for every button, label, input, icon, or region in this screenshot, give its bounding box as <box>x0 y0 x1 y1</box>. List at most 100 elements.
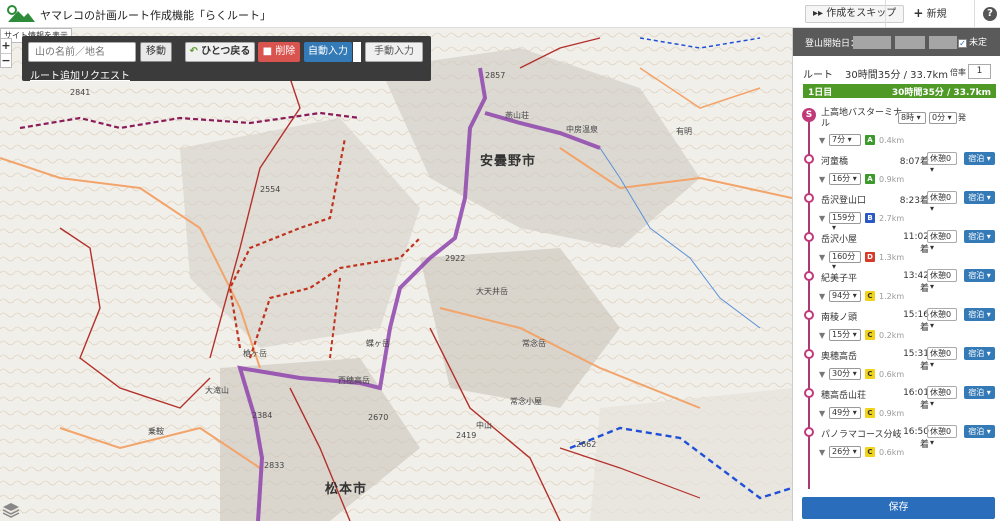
day-header: 1日目 30時間35分 / 33.7km <box>803 84 996 98</box>
zoom-control: + − <box>0 38 12 68</box>
segment-arrow-icon: ▼ <box>819 175 826 184</box>
delete-button[interactable]: ■ 削除 <box>258 42 300 62</box>
save-button[interactable]: 保存 <box>802 497 995 519</box>
waypoint-row: 奥穂高岳 15:31着 休憩0 ▾ 宿泊 ▾ <box>793 345 1000 372</box>
rest-value: 休憩0 <box>930 154 952 163</box>
map-label: 乗鞍 <box>148 427 164 436</box>
stay-button[interactable]: 宿泊 ▾ <box>964 152 995 165</box>
route-segment: ▼ 30分 ▾ C 0.6km <box>793 367 1000 383</box>
help-icon[interactable]: ? <box>983 7 997 21</box>
map-label: 2841 <box>70 88 91 97</box>
stay-button[interactable]: 宿泊 ▾ <box>964 347 995 360</box>
start-hour-select[interactable]: 8時 ▾ <box>898 112 926 124</box>
zoom-out-button[interactable]: − <box>1 53 11 67</box>
multiplier-label: 倍率 <box>950 68 966 77</box>
segment-duration: 49分 <box>832 408 851 417</box>
search-input[interactable] <box>28 42 136 62</box>
stay-label: 宿泊 <box>968 193 985 202</box>
start-date-bar: 登山開始日： ✓ 未定 <box>793 28 1000 56</box>
waypoint-marker-icon <box>804 193 814 203</box>
map-label: 2857 <box>485 71 506 80</box>
grade-badge: C <box>865 408 875 418</box>
route-segment: ▼ 160分 ▾ D 1.3km <box>793 250 1000 271</box>
map-label: 常念岳 <box>522 339 546 348</box>
rest-select[interactable]: 休憩0 ▾ <box>927 425 957 447</box>
segment-duration: 26分 <box>832 447 851 456</box>
segment-duration-select[interactable]: 7分 ▾ <box>829 134 861 146</box>
map-label: 常念小屋 <box>510 397 542 406</box>
start-minute-select[interactable]: 0分 ▾ <box>929 112 957 124</box>
segment-distance: 0.9km <box>879 409 905 418</box>
segment-duration-select[interactable]: 26分 ▾ <box>829 446 861 458</box>
start-month-field[interactable] <box>895 36 925 49</box>
rest-select[interactable]: 休憩0 ▾ <box>927 191 957 213</box>
segment-duration-select[interactable]: 159分 ▾ <box>829 212 861 232</box>
waypoint-marker-icon <box>804 232 814 242</box>
waypoint-marker-icon <box>804 427 814 437</box>
layers-icon[interactable] <box>2 501 20 519</box>
toggle-divider <box>353 42 361 62</box>
auto-input-button[interactable]: 自動入力 <box>304 42 352 62</box>
segment-duration-select[interactable]: 15分 ▾ <box>829 329 861 341</box>
stay-button[interactable]: 宿泊 ▾ <box>964 308 995 321</box>
map-canvas[interactable]: サイト情報を表示 + − 安曇野市 松本市 有明 中房温泉 槍ヶ岳 大天井岳 常… <box>0 28 792 521</box>
start-year-field[interactable] <box>853 36 891 49</box>
route-panel: 登山開始日： ✓ 未定 ルート 30時間35分 / 33.7km 倍率 1 1日目… <box>792 28 1000 521</box>
stay-button[interactable]: 宿泊 ▾ <box>964 425 995 438</box>
segment-arrow-icon: ▼ <box>819 331 826 340</box>
waypoint-name: 河童橋 <box>821 157 849 167</box>
undo-button[interactable]: ↶ ひとつ戻る <box>185 42 255 62</box>
zoom-in-button[interactable]: + <box>1 39 11 53</box>
segment-arrow-icon: ▼ <box>819 409 826 418</box>
waypoint-name: 岳沢小屋 <box>821 235 858 245</box>
multiplier-input[interactable]: 1 <box>968 64 991 79</box>
route-request-link[interactable]: ルート追加リクエスト <box>30 67 130 82</box>
grade-badge: A <box>865 135 875 145</box>
move-button[interactable]: 移動 <box>140 42 172 62</box>
segment-arrow-icon: ▼ <box>819 214 826 223</box>
waypoint-name: 岳沢登山口 <box>821 196 867 206</box>
segment-distance: 2.7km <box>879 214 905 223</box>
stay-label: 宿泊 <box>968 154 985 163</box>
start-day-field[interactable] <box>929 36 957 49</box>
rest-value: 休憩0 <box>930 388 952 397</box>
rest-select[interactable]: 休憩0 ▾ <box>927 308 957 330</box>
segment-duration-select[interactable]: 30分 ▾ <box>829 368 861 380</box>
day-total: 30時間35分 / 33.7km <box>891 88 991 98</box>
map-label: 中房温泉 <box>566 125 598 134</box>
segment-distance: 0.2km <box>879 331 905 340</box>
tab-new[interactable]: + 新規 <box>885 0 975 28</box>
place-azumino: 安曇野市 <box>480 154 537 169</box>
waypoint-name: 紀美子平 <box>821 274 858 284</box>
route-tool-panel: 移動 ルート追加リクエスト ↶ ひとつ戻る ■ 削除 自動入力 手動入力 <box>22 36 431 82</box>
waypoint-row: パノラマコース分岐 16:50着 休憩0 ▾ 宿泊 ▾ <box>793 423 1000 450</box>
undecided-checkbox[interactable]: ✓ 未定 <box>958 35 987 48</box>
stay-label: 宿泊 <box>968 310 985 319</box>
segment-duration: 94分 <box>832 291 851 300</box>
day-label: 1日目 <box>808 88 833 98</box>
stay-button[interactable]: 宿泊 ▾ <box>964 191 995 204</box>
segment-duration-select[interactable]: 16分 ▾ <box>829 173 861 185</box>
rest-select[interactable]: 休憩0 ▾ <box>927 347 957 369</box>
route-total: 30時間35分 / 33.7km <box>845 70 948 81</box>
start-date-label: 登山開始日： <box>805 39 860 49</box>
segment-distance: 0.6km <box>879 448 905 457</box>
segment-duration-select[interactable]: 49分 ▾ <box>829 407 861 419</box>
undecided-label: 未定 <box>969 38 988 48</box>
rest-select[interactable]: 休憩0 ▾ <box>927 386 957 408</box>
map-label: 2554 <box>260 185 281 194</box>
map-label: 2419 <box>456 431 477 440</box>
stay-button[interactable]: 宿泊 ▾ <box>964 269 995 282</box>
rest-select[interactable]: 休憩0 ▾ <box>927 152 957 174</box>
waypoint-arrival: 8:07着 <box>899 157 929 167</box>
stay-button[interactable]: 宿泊 ▾ <box>964 230 995 243</box>
stay-button[interactable]: 宿泊 ▾ <box>964 386 995 399</box>
rest-select[interactable]: 休憩0 ▾ <box>927 230 957 252</box>
map-label: 2384 <box>252 411 273 420</box>
segment-arrow-icon: ▼ <box>819 292 826 301</box>
manual-input-button[interactable]: 手動入力 <box>365 42 423 62</box>
segment-duration-select[interactable]: 94分 ▾ <box>829 290 861 302</box>
rest-select[interactable]: 休憩0 ▾ <box>927 269 957 291</box>
route-segment: ▼ 15分 ▾ C 0.2km <box>793 328 1000 344</box>
segment-duration-select[interactable]: 160分 ▾ <box>829 251 861 271</box>
